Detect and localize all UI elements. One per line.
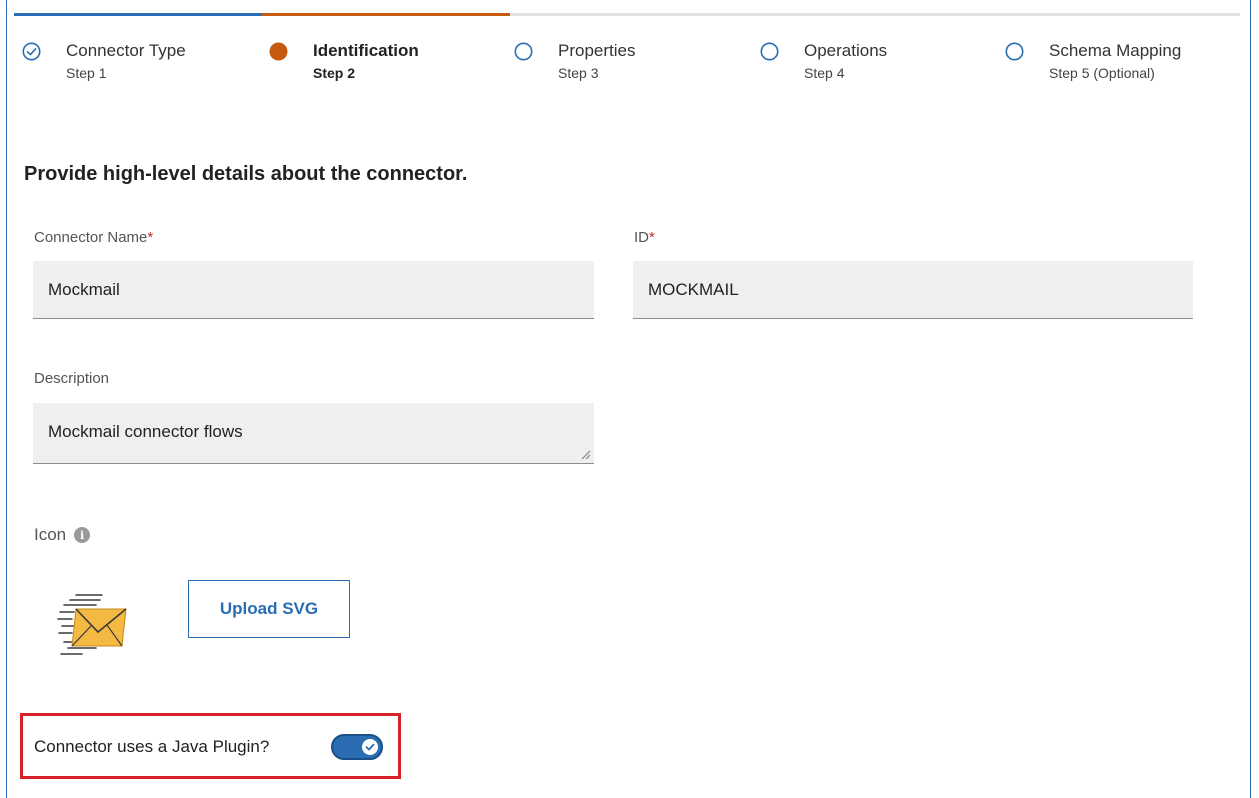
id-value: MOCKMAIL — [648, 279, 739, 299]
description-textarea[interactable]: Mockmail connector flows — [33, 403, 594, 464]
upload-svg-button[interactable]: Upload SVG — [188, 580, 350, 638]
connector-name-label-text: Connector Name — [34, 229, 148, 246]
step-title: Identification — [313, 41, 419, 60]
description-label: Description — [34, 370, 110, 387]
step-title: Schema Mapping — [1049, 41, 1182, 60]
java-plugin-toggle[interactable] — [331, 734, 383, 760]
toggle-knob — [362, 739, 378, 755]
icon-field-label: Icon i — [34, 525, 91, 545]
id-input[interactable]: MOCKMAIL — [633, 261, 1193, 319]
connector-name-value: Mockmail — [48, 279, 120, 299]
step-number: Step 1 — [66, 65, 107, 81]
connector-name-label: Connector Name* — [34, 229, 153, 246]
form-heading: Provide high-level details about the con… — [24, 163, 468, 185]
check-icon — [365, 743, 375, 751]
check-circle-icon — [22, 42, 41, 61]
required-marker: * — [649, 229, 655, 246]
step-number: Step 5 (Optional) — [1049, 65, 1155, 81]
progress-completed-segment — [14, 13, 262, 16]
resize-handle-icon[interactable] — [581, 450, 591, 460]
step-title: Connector Type — [66, 41, 186, 60]
step-number: Step 2 — [313, 65, 356, 81]
required-marker: * — [147, 229, 154, 246]
wizard-panel — [6, 0, 1251, 798]
progress-active-segment — [262, 13, 510, 16]
step-title: Operations — [804, 41, 888, 60]
step-number: Step 3 — [558, 65, 599, 81]
id-label-text: ID — [634, 229, 649, 246]
connector-name-input[interactable]: Mockmail — [33, 261, 594, 319]
mail-envelope-icon — [57, 594, 127, 655]
empty-circle-icon — [760, 42, 779, 61]
empty-circle-icon — [514, 42, 533, 61]
step-number: Step 4 — [804, 65, 845, 81]
wizard-progress-bar — [14, 13, 1240, 16]
id-label: ID* — [634, 229, 655, 246]
java-plugin-label: Connector uses a Java Plugin? — [34, 737, 270, 756]
info-icon[interactable]: i — [74, 527, 91, 543]
step-title: Properties — [558, 41, 636, 60]
active-step-dot-icon — [269, 42, 288, 61]
empty-circle-icon — [1005, 42, 1024, 61]
icon-label-text: Icon — [34, 525, 67, 544]
description-value: Mockmail connector flows — [48, 422, 243, 441]
